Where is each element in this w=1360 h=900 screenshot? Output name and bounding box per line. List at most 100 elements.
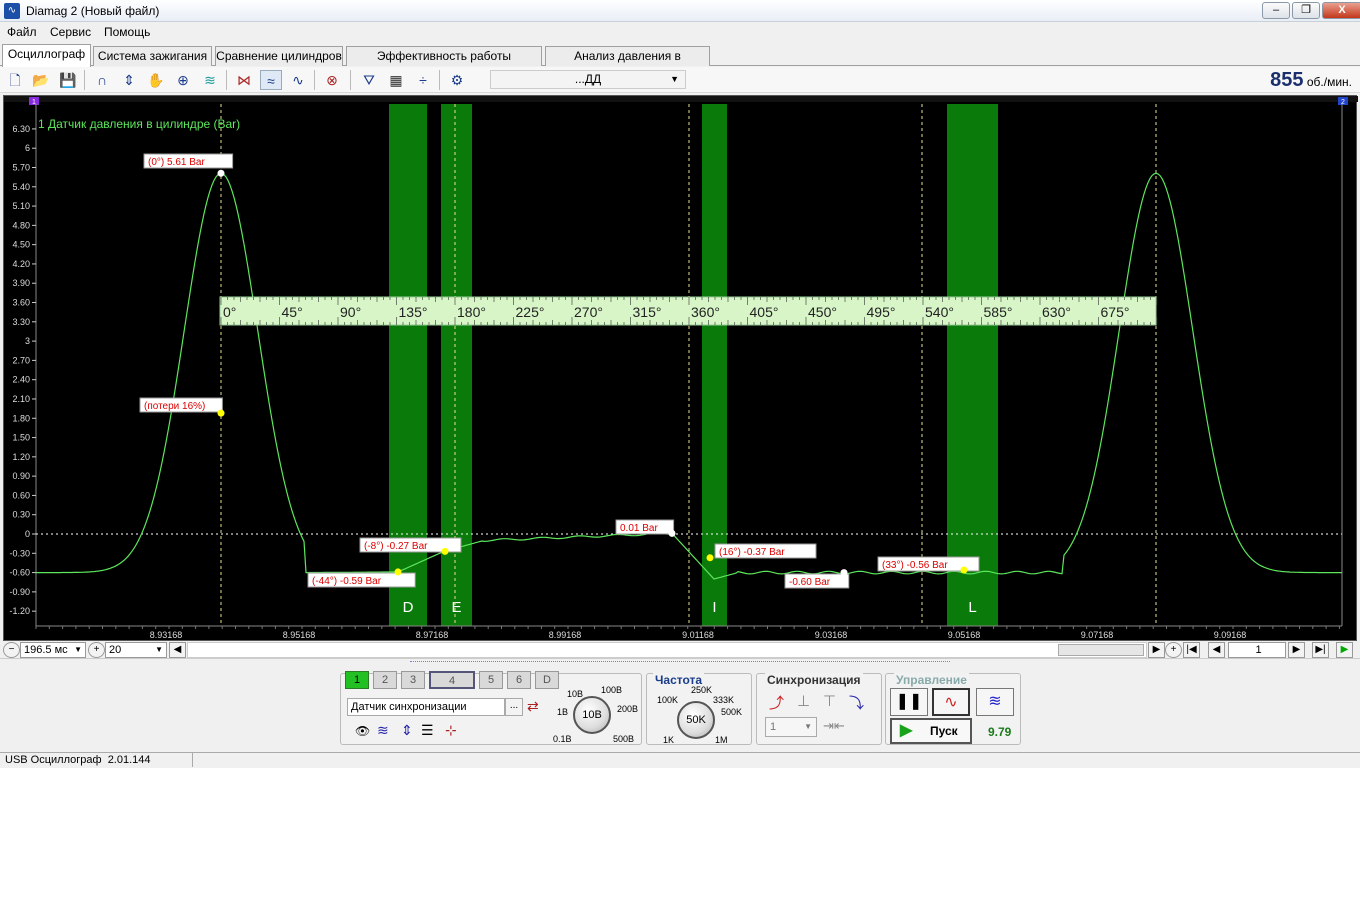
hand-pan-icon[interactable]: ✋ (145, 70, 167, 90)
channel-5-button[interactable]: 5 (479, 671, 503, 689)
continuous-mode-button[interactable]: ≋ (976, 688, 1014, 716)
averaging-value: 20 (109, 644, 122, 656)
voltage-label: 100В (601, 685, 623, 695)
vertical-move-icon[interactable]: ⇕ (401, 722, 413, 739)
frequency-label: 1K (663, 735, 675, 745)
last-frame-button[interactable]: ▶| (1312, 642, 1329, 658)
auto-scale-icon[interactable]: ⊗ (321, 70, 343, 90)
left-marker-label: 1 (32, 99, 36, 106)
oscilloscope-display[interactable]: 1 2 D E I L 6.30 6 5.70 5.40 5.10 4.80 4.50 4.20 3.90 3… (3, 95, 1360, 641)
tab-cylinder-compare[interactable]: Сравнение цилиндров (215, 46, 343, 66)
add-icon[interactable]: + (1165, 642, 1182, 658)
panel-splitter[interactable] (410, 661, 950, 665)
toolbar-separator (439, 70, 440, 90)
timebase-select[interactable]: 196.5 мс ▼ (20, 642, 86, 658)
invert-wave-icon[interactable]: ≋ (377, 722, 389, 739)
auto-sync-icon[interactable]: ⚙ (446, 70, 468, 90)
frequency-knob[interactable]: 50K (677, 701, 715, 739)
channel-3-button[interactable]: 3 (401, 671, 425, 689)
zoom-icon[interactable]: ⊕ (172, 70, 194, 90)
menu-file[interactable]: Файл (7, 25, 37, 39)
minimize-button[interactable]: – (1262, 2, 1290, 19)
sensor-type-field[interactable]: Датчик синхронизации (347, 698, 505, 716)
channel-d-button[interactable]: D (535, 671, 559, 689)
y-tick-label: -0.60 (9, 568, 30, 578)
menu-service[interactable]: Сервис (50, 25, 91, 39)
wave-overlay-icon[interactable]: ∿ (287, 70, 309, 90)
x-tick-label: 9.09168 (1214, 630, 1247, 640)
menu-help[interactable]: Помощь (104, 25, 150, 39)
single-mode-button[interactable]: ∿ (932, 688, 970, 716)
channel-filter-icon[interactable]: ⛛ (358, 70, 380, 90)
sync-channel-select[interactable]: 1 ▼ (765, 717, 817, 737)
cursor-measure-icon[interactable]: ⇕ (118, 70, 140, 90)
horizontal-scrollbar[interactable] (187, 642, 1147, 658)
voltage-knob[interactable]: 10В (573, 696, 611, 734)
filter-icon[interactable]: ≋ (199, 70, 221, 90)
y-tick-label: 1.20 (12, 452, 30, 462)
angle-label: 585° (984, 304, 1013, 320)
first-frame-button[interactable]: |◀ (1183, 642, 1200, 658)
y-tick-label: 3.30 (12, 317, 30, 327)
scroll-right-button[interactable]: ▶ (1148, 642, 1165, 658)
auto-trigger-icon[interactable]: ⤵ (849, 692, 864, 713)
grid-icon[interactable]: ▦ (385, 70, 407, 90)
prev-frame-button[interactable]: ◀ (1208, 642, 1225, 658)
annotation-dot (668, 529, 676, 537)
y-tick-label: 3 (25, 336, 30, 346)
play-icon[interactable]: ▶ (1336, 642, 1353, 658)
zoom-in-icon[interactable]: + (88, 642, 105, 658)
wave-stack-icon[interactable]: ≈ (260, 70, 282, 90)
page-input[interactable]: 1 (1228, 642, 1286, 658)
pulse-down-icon[interactable]: ⊤ (823, 692, 836, 710)
sync-panel: Синхронизация ⤴ ⊥ ⊤ ⤵ 1 ▼ ⇥⇤ (756, 673, 882, 745)
scrollbar-thumb[interactable] (1058, 644, 1144, 656)
pulse-up-icon[interactable]: ⊥ (797, 692, 810, 710)
close-button[interactable]: X (1322, 2, 1360, 19)
channel-4-button[interactable]: 4 (429, 671, 475, 689)
device-name: USB Осциллограф (5, 754, 102, 766)
annotation-label: (33°) -0.56 Bar (882, 560, 948, 571)
channel-settings-icon[interactable]: ⊹ (445, 722, 457, 739)
voltage-label: 500В (613, 734, 635, 744)
x-tick-label: 8.99168 (549, 630, 582, 640)
save-icon[interactable]: 💾 (57, 70, 79, 90)
y-tick-label: 0.30 (12, 510, 30, 520)
frequency-label: 500K (721, 707, 743, 717)
tab-cylinder-efficiency[interactable]: Эффективность работы цилиндров (346, 46, 542, 81)
y-tick-label: 1.80 (12, 413, 30, 423)
y-tick-label: 0 (25, 529, 30, 539)
rising-edge-icon[interactable]: ⤴ (769, 692, 784, 713)
new-file-icon[interactable]: 🗋 (4, 70, 26, 90)
headphones-icon[interactable]: ∩ (91, 70, 113, 90)
baseline-icon[interactable]: ÷ (412, 70, 434, 90)
annotation-label: 0.01 Bar (620, 523, 658, 534)
grid-lines-icon[interactable]: ☰ (421, 722, 434, 739)
open-folder-icon[interactable]: 📂 (30, 70, 52, 90)
channel-panel: 1 2 3 4 5 6 D Датчик синхронизации ... ⇄… (340, 671, 642, 745)
channel-2-button[interactable]: 2 (373, 671, 397, 689)
tab-oscilloscope[interactable]: Осциллограф (2, 44, 91, 67)
zoom-out-icon[interactable]: − (3, 642, 20, 658)
timebase-value: 196.5 мс (24, 644, 68, 656)
averaging-select[interactable]: 20 ▼ (105, 642, 167, 658)
pause-button[interactable]: ❚❚ (890, 688, 928, 716)
next-frame-button[interactable]: ▶ (1288, 642, 1305, 658)
toolbar-separator (350, 70, 351, 90)
start-button[interactable]: ▶ Пуск (890, 718, 972, 744)
channel-label: 1 Датчик давления в цилиндре (Bar) (38, 117, 240, 131)
maximize-button[interactable]: ❐ (1292, 2, 1320, 19)
tab-ignition[interactable]: Система зажигания (93, 46, 212, 66)
scroll-left-button[interactable]: ◀ (169, 642, 186, 658)
trigger-arrows-icon[interactable]: ⇥⇤ (823, 718, 845, 734)
spread-icon[interactable]: ⋈ (233, 70, 255, 90)
tab-pressure-analysis[interactable]: Анализ давления в цилиндре (545, 46, 710, 81)
sensor-swap-icon[interactable]: ⇄ (527, 698, 539, 715)
eye-icon[interactable]: 👁 (355, 724, 370, 738)
sensor-combo[interactable]: ...ДД ▼ (490, 70, 686, 89)
channel-6-button[interactable]: 6 (507, 671, 531, 689)
menu-bar: Файл Сервис Помощь (0, 22, 1360, 42)
sensor-browse-button[interactable]: ... (505, 698, 523, 716)
channel-1-button[interactable]: 1 (345, 671, 369, 689)
zone-label: L (968, 599, 976, 616)
